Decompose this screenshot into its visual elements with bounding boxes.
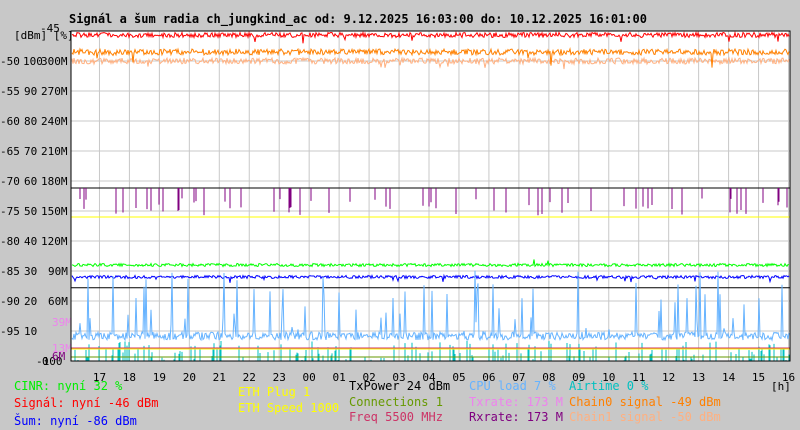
legend-signal: Signál: nyní -46 dBm [14,396,159,410]
x-tick-label: 23 [273,371,286,384]
y-tick-dbm: -85 [0,265,20,278]
y-tick-rate: 210M [41,145,68,158]
y-tick-rate: 180M [41,175,68,188]
y-tick-rate: 300M [41,55,68,68]
legend-cinr: CINR: nyní 32 % [14,379,123,393]
x-tick-label: 05 [452,371,465,384]
x-tick-label: 20 [183,371,196,384]
y-tick-dbm: -75 [0,205,20,218]
y-tick-dbm: -50 [0,55,20,68]
y-tick-dbm: -55 [0,85,20,98]
x-tick-label: 01 [333,371,346,384]
rate-mark-label: 6M [52,350,66,363]
y-tick-pct: 0 [42,355,49,368]
y-tick-pct: 90 [24,85,37,98]
y-tick-dbm: -65 [0,145,20,158]
y-tick-dbm: -45 [40,22,60,35]
y-tick-dbm: -80 [0,235,20,248]
x-unit-label: [h] [771,380,791,393]
y-tick-pct: 10 [24,325,37,338]
y-tick-rate: 150M [41,205,68,218]
legend-chain0: Chain0 signal -49 dBm [569,395,721,409]
y-tick-pct: 80 [24,115,37,128]
x-tick-label: 00 [303,371,316,384]
y-tick-pct: 30 [24,265,37,278]
legend-connections: Connections 1 [349,395,443,409]
legend-rxrate: Rxrate: 173 M [469,410,563,424]
legend-txpower: TxPower 24 dBm [349,379,451,393]
x-tick-label: 22 [243,371,256,384]
radio-signal-chart: 17 18 19 20 21 22 23 00 01 02 03 04 05 06 07 08 09 10 11 12… [0,0,800,430]
legend-airtime: Airtime 0 % [569,379,649,393]
legend-eth-speed: ETH Speed 1000 [238,401,340,415]
chart-svg: 17 18 19 20 21 22 23 00 01 02 03 04 05 06 07 08 09 10 11 12… [0,12,795,393]
legend-noise: Šum: nyní -86 dBm [14,414,137,428]
legend-freq: Freq 5500 MHz [349,410,443,424]
y-tick-pct: 20 [24,295,37,308]
y-tick-pct: 60 [24,175,37,188]
legend-cpu: CPU load 7 % [469,379,556,393]
rate-mark-label: 39M [52,316,72,329]
y-tick-rate: 120M [41,235,68,248]
y-tick-dbm: -70 [0,175,20,188]
legend-txrate: Txrate: 173 M [469,395,563,409]
y-tick-pct: 70 [24,145,37,158]
x-tick-label: 14 [722,371,736,384]
x-tick-label: 18 [123,371,136,384]
chart-title: Signál a šum radia ch_jungkind_ac od: 9.… [69,12,647,27]
y-tick-rate: 240M [41,115,68,128]
y-tick-dbm: -60 [0,115,20,128]
y-tick-pct: 50 [24,205,37,218]
y-tick-rate: 60M [48,295,68,308]
x-tick-label: 15 [752,371,765,384]
y-tick-rate: 90M [48,265,68,278]
y-tick-pct: 40 [24,235,37,248]
y-tick-dbm: -90 [0,295,20,308]
legend-eth-plug: ETH Plug 1 [238,385,311,399]
legend-chain1: Chain1 signal -50 dBm [569,410,721,424]
y-tick-rate: 270M [41,85,68,98]
x-tick-label: 13 [692,371,705,384]
y-tick-dbm: -95 [0,325,20,338]
x-tick-label: 21 [213,371,226,384]
x-tick-label: 19 [153,371,166,384]
x-tick-label: 12 [662,371,675,384]
y-tick-pct: 100 [23,55,43,68]
